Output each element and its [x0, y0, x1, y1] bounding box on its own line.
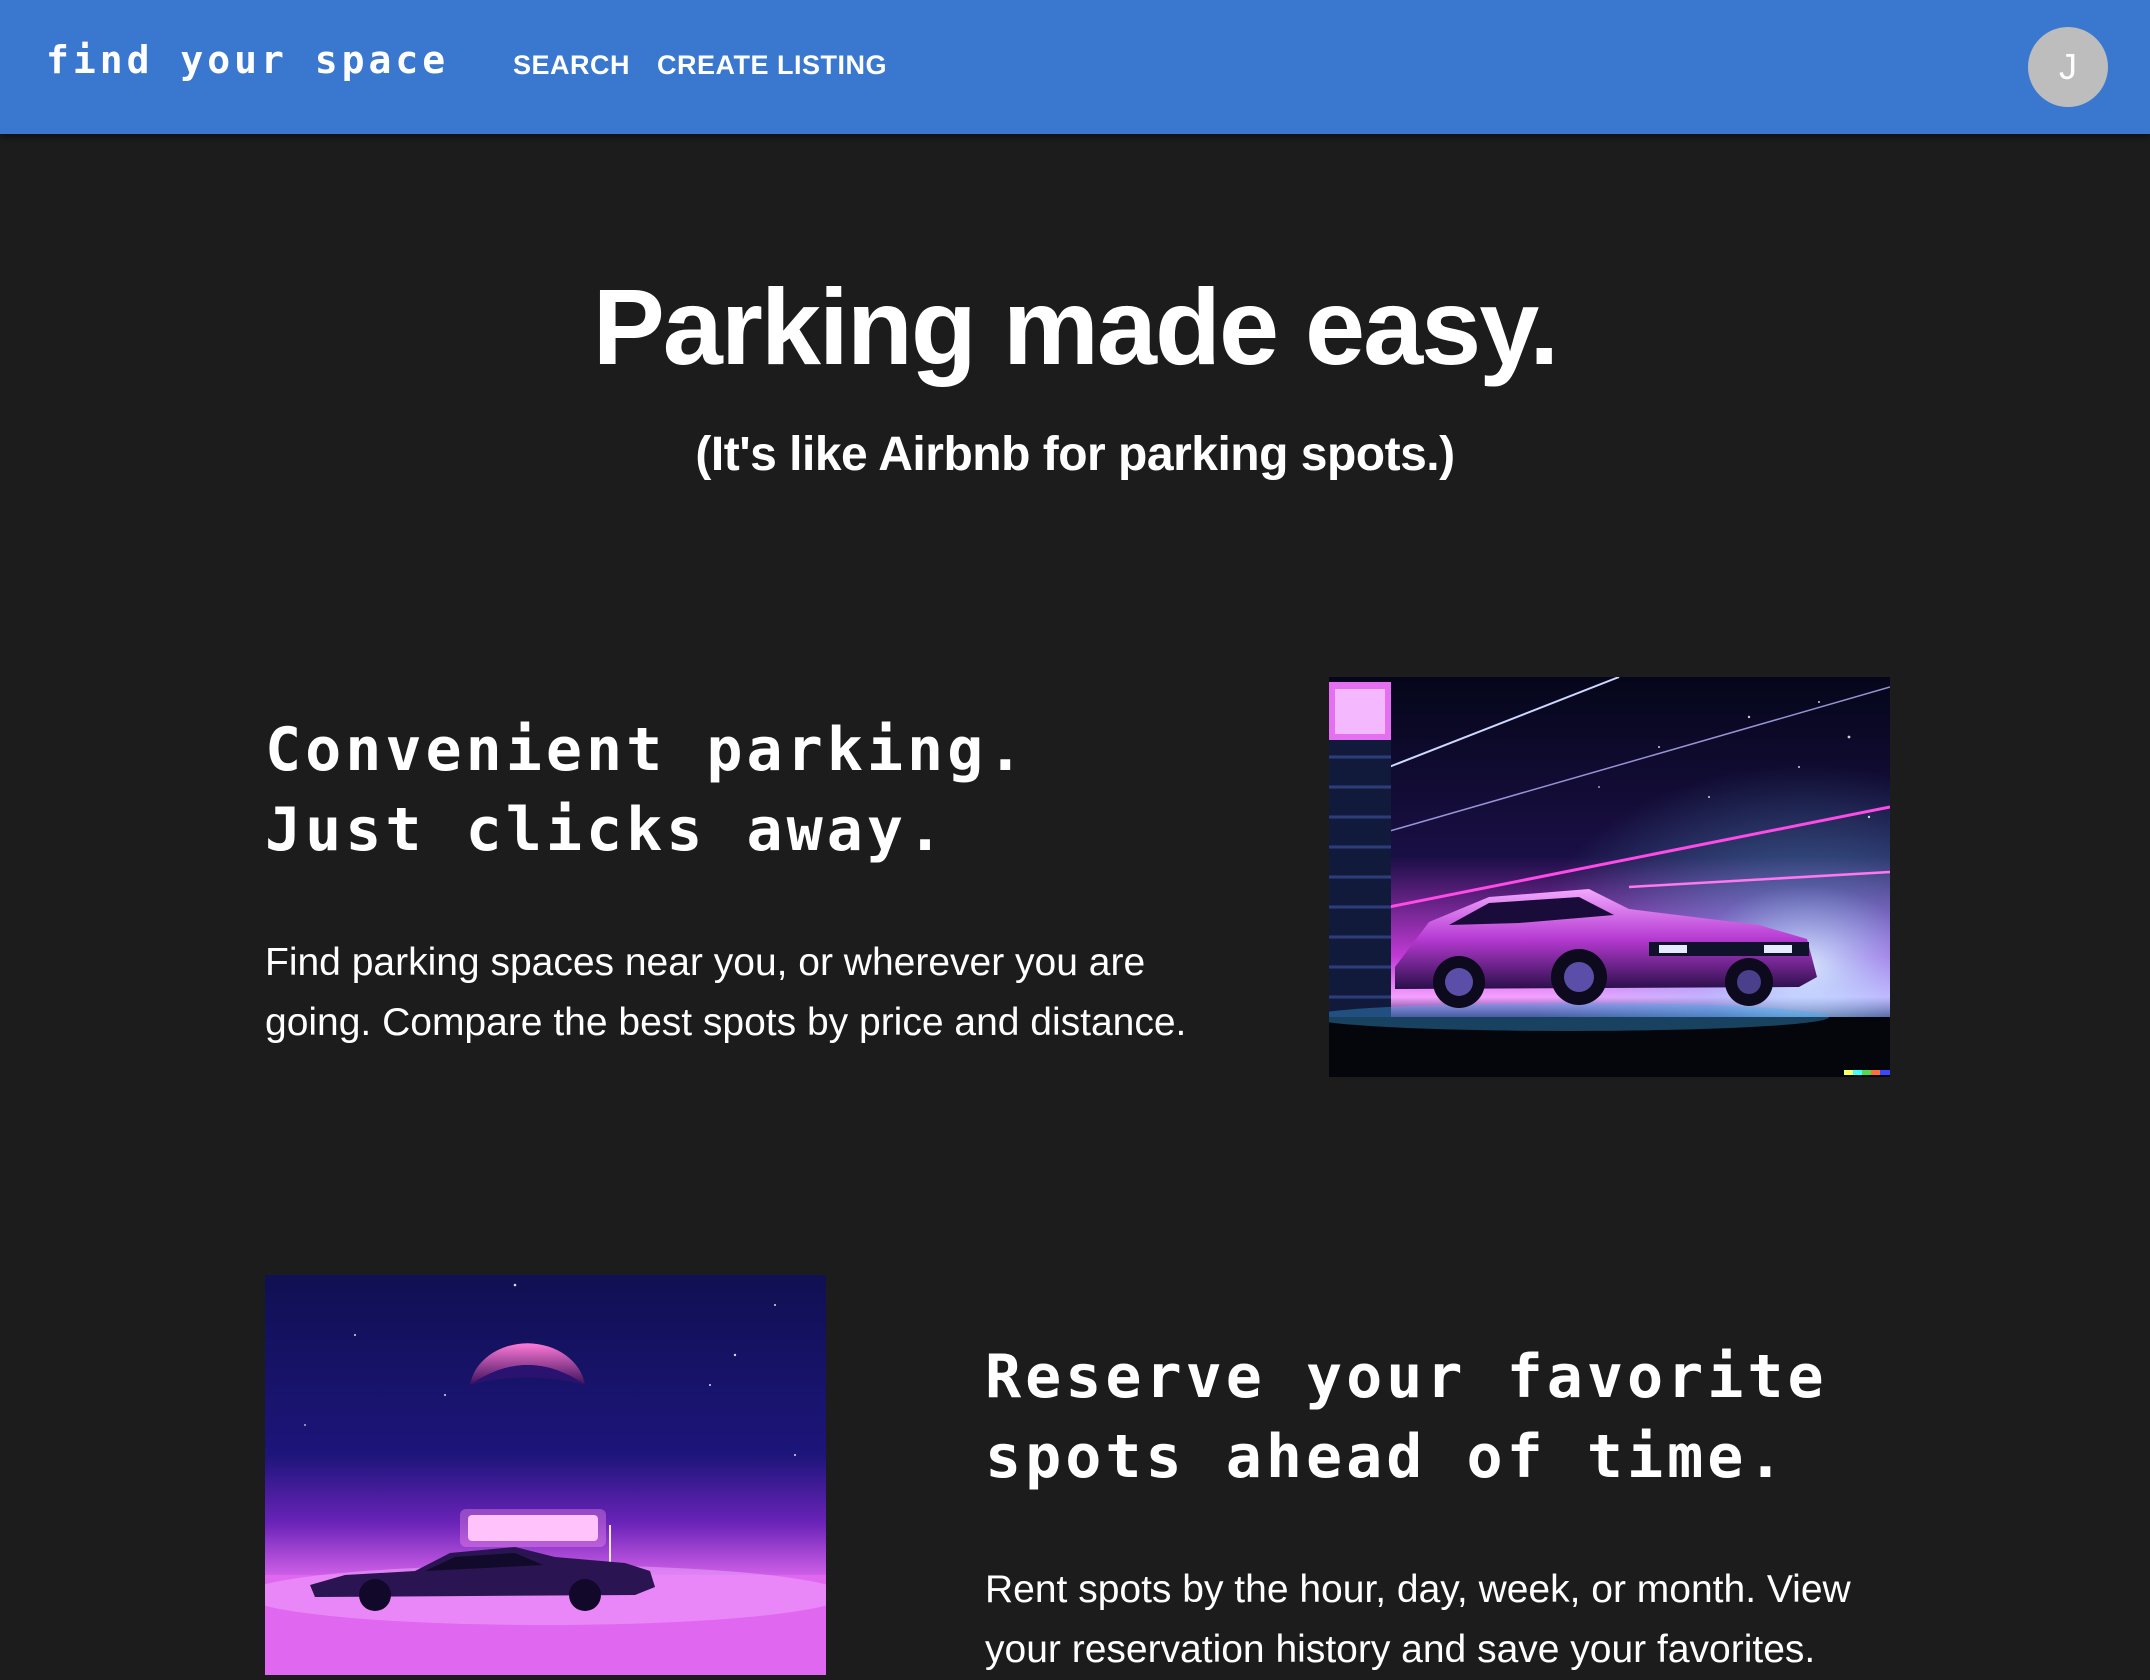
feature-1-heading-line2: Just clicks away.	[265, 795, 948, 865]
hero-subtitle: (It's like Airbnb for parking spots.)	[695, 428, 1455, 481]
nav-search-link[interactable]: SEARCH	[513, 50, 630, 81]
nav-create-listing-link[interactable]: CREATE LISTING	[657, 50, 887, 81]
synthwave-car-image	[1329, 677, 1890, 1077]
feature-2-heading-line1: Reserve your favorite	[985, 1342, 1828, 1412]
top-navbar: find your space SEARCH CREATE LISTING J	[0, 0, 2150, 134]
feature-2-heading: Reserve your favorite spots ahead of tim…	[985, 1337, 1828, 1497]
synthwave-car-moon-image	[265, 1275, 826, 1675]
brand-logo[interactable]: find your space	[46, 38, 449, 82]
feature-2-heading-line2: spots ahead of time.	[985, 1422, 1788, 1492]
feature-1-heading: Convenient parking. Just clicks away.	[265, 710, 1027, 870]
feature-2-text: Rent spots by the hour, day, week, or mo…	[985, 1568, 1851, 1671]
feature-1-text: Find parking spaces near you, or whereve…	[265, 941, 1187, 1044]
user-avatar[interactable]: J	[2028, 27, 2108, 107]
hero-title: Parking made easy.	[592, 266, 1560, 387]
feature-1-heading-line1: Convenient parking.	[265, 715, 1028, 785]
